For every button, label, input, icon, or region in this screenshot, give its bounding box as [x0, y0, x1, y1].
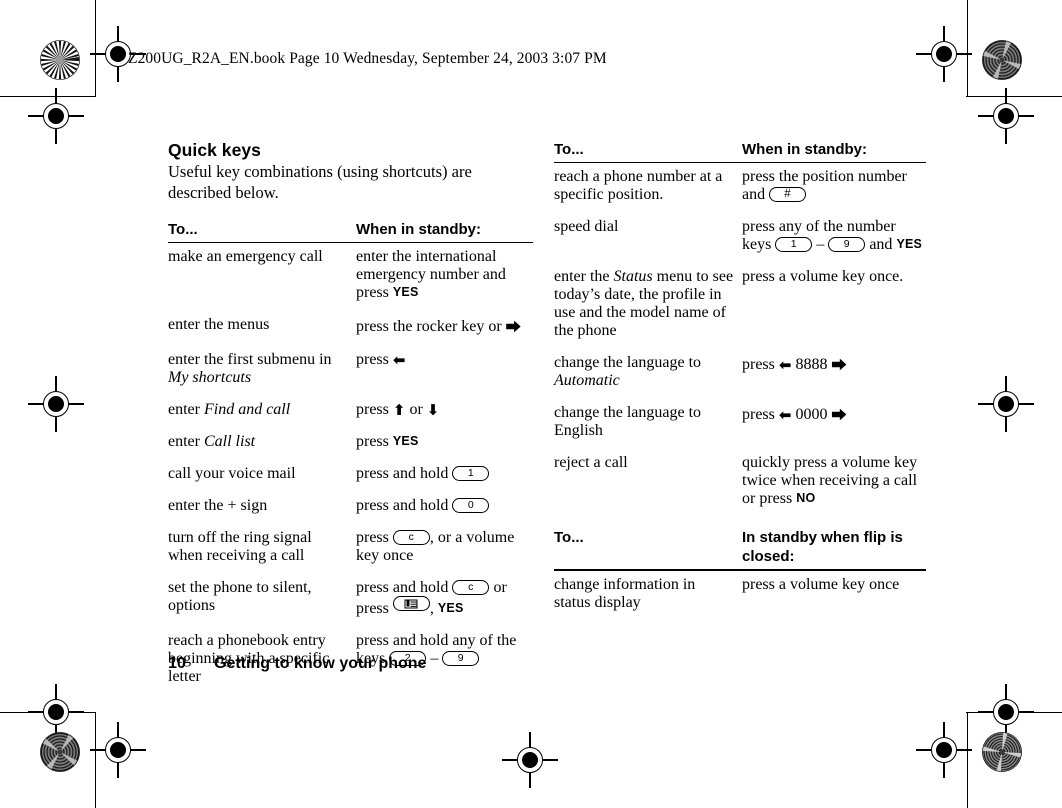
table-header-to: To...	[554, 529, 584, 547]
table-row-spacer	[168, 451, 533, 465]
table-row: speed dial press any of the number keys 1…	[554, 218, 926, 254]
table-cell-action: press c, or a volume key once	[356, 529, 515, 565]
table-row-spacer	[168, 337, 533, 351]
table-header-condition: When in standby:	[356, 221, 481, 238]
table-row: enter Call list press YES	[168, 433, 533, 451]
table-row-spacer	[168, 302, 533, 316]
table-row: call your voice mail press and hold 1	[168, 465, 533, 483]
table-header-to: To...	[168, 221, 198, 238]
table-header-to: To...	[554, 141, 584, 158]
table-row: make an emergency call enter the internat…	[168, 248, 533, 302]
table-cell-to: reject a call	[554, 454, 628, 472]
table-row: enter the first submenu in My shortcuts p…	[168, 351, 533, 387]
table-cell-action: press a volume key once	[742, 575, 900, 593]
table-cell-action: press YES	[356, 433, 419, 451]
table-cell-to: speed dial	[554, 218, 619, 236]
table-cell-action: press ⬅ 0000 ⮕	[742, 406, 847, 425]
table-cell-action: press ⬅	[356, 351, 406, 370]
table-cell-to: make an emergency call	[168, 248, 323, 266]
table-row-spacer	[168, 515, 533, 529]
table-cell-to: set the phone to silent, options	[168, 579, 312, 615]
table-cell-to: change the language to Automatic	[554, 354, 702, 390]
table-row: turn off the ring signal when receiving …	[168, 529, 533, 565]
table-cell-to: enter the Status menu to see today’s dat…	[554, 268, 734, 340]
table-header-condition: When in standby:	[742, 141, 867, 158]
table-cell-to: reach a phone number at a specific posit…	[554, 168, 723, 204]
table-cell-action: quickly press a volume key twice when re…	[742, 454, 918, 508]
table-row-spacer	[554, 254, 926, 268]
table-cell-to: enter the first submenu in My shortcuts	[168, 351, 332, 387]
table-row-spacer	[554, 390, 926, 404]
table-body: reach a phone number at a specific posit…	[554, 168, 926, 508]
table-row: enter the menus press the rocker key or ⮕	[168, 316, 533, 337]
table-row-spacer	[168, 483, 533, 497]
table-cell-action: press any of the number keys 1 – 9 and Y…	[742, 218, 923, 254]
table-row-spacer	[554, 204, 926, 218]
table-cell-to: turn off the ring signal when receiving …	[168, 529, 312, 565]
table-cell-action: press ⬅ 8888 ⮕	[742, 356, 847, 375]
table-row: reject a call quickly press a volume key …	[554, 454, 926, 508]
table-rule	[168, 242, 533, 244]
table-cell-action: press and hold c or press , YES	[356, 579, 507, 618]
table-right-flip-closed: To... In standby when flip is closed: ch…	[554, 528, 926, 611]
table-row-spacer	[168, 419, 533, 433]
table-row: reach a phone number at a specific posit…	[554, 168, 926, 204]
table-row: enter Find and call press ⬆ or ⬇	[168, 401, 533, 419]
table-row: change the language to Automatic press ⬅ …	[554, 354, 926, 390]
table-cell-action: press the rocker key or ⮕	[356, 318, 521, 337]
table-right-standby: To... When in standby: reach a phone num…	[554, 140, 926, 508]
table-row-spacer	[168, 387, 533, 401]
footer-page-number: 10	[168, 655, 186, 672]
table-header-row: To... When in standby:	[554, 140, 926, 159]
table-cell-action: press a volume key once.	[742, 268, 904, 286]
table-body: change information in status display pres…	[554, 576, 926, 612]
section-intro: Useful key combinations (using shortcuts…	[168, 162, 472, 202]
page-title: Quick keys	[168, 140, 261, 160]
table-row: change the language to English press ⬅ 00…	[554, 404, 926, 440]
table-header-row: To... When in standby:	[168, 220, 533, 239]
table-cell-to: enter the menus	[168, 316, 270, 334]
page-footer: 10 Getting to know your phone	[168, 655, 426, 673]
table-cell-to: change the language to English	[554, 404, 702, 440]
table-cell-action: press and hold 1	[356, 465, 533, 483]
table-rule	[554, 162, 926, 164]
table-cell-action: press the position number and #	[742, 168, 907, 204]
table-cell-action: press and hold 0	[356, 497, 533, 515]
table-row: change information in status display pres…	[554, 576, 926, 612]
table-left-standby: To... When in standby: make an emergency…	[168, 220, 533, 686]
file-header-line: Z200UG_R2A_EN.book Page 10 Wednesday, Se…	[128, 50, 607, 67]
right-column: To... When in standby: reach a phone num…	[554, 140, 926, 612]
left-column: Quick keys Useful key combinations (usin…	[168, 140, 533, 686]
table-cell-to: enter Find and call	[168, 401, 291, 419]
table-body: make an emergency call enter the internat…	[168, 248, 533, 686]
table-row: enter the + sign press and hold 0	[168, 497, 533, 515]
table-row: enter the Status menu to see today’s dat…	[554, 268, 926, 340]
table-header-condition: In standby when flip is closed:	[742, 529, 903, 566]
table-row: set the phone to silent, options press an…	[168, 579, 533, 618]
page-sheet: Z200UG_R2A_EN.book Page 10 Wednesday, Se…	[0, 0, 1062, 808]
table-row-spacer	[554, 340, 926, 354]
table-cell-action: press ⬆ or ⬇	[356, 401, 440, 420]
table-header-row: To... In standby when flip is closed:	[554, 528, 926, 566]
table-cell-to: call your voice mail	[168, 465, 296, 483]
table-row-spacer	[554, 440, 926, 454]
table-cell-to: enter the + sign	[168, 497, 268, 515]
table-cell-to: enter Call list	[168, 433, 256, 451]
table-cell-to: change information in status display	[554, 575, 696, 611]
footer-chapter-title: Getting to know your phone	[214, 655, 427, 672]
table-rule	[554, 569, 926, 571]
table-cell-action: enter the international emergency number…	[356, 248, 506, 302]
table-row-spacer	[168, 618, 533, 632]
table-row-spacer	[168, 565, 533, 579]
